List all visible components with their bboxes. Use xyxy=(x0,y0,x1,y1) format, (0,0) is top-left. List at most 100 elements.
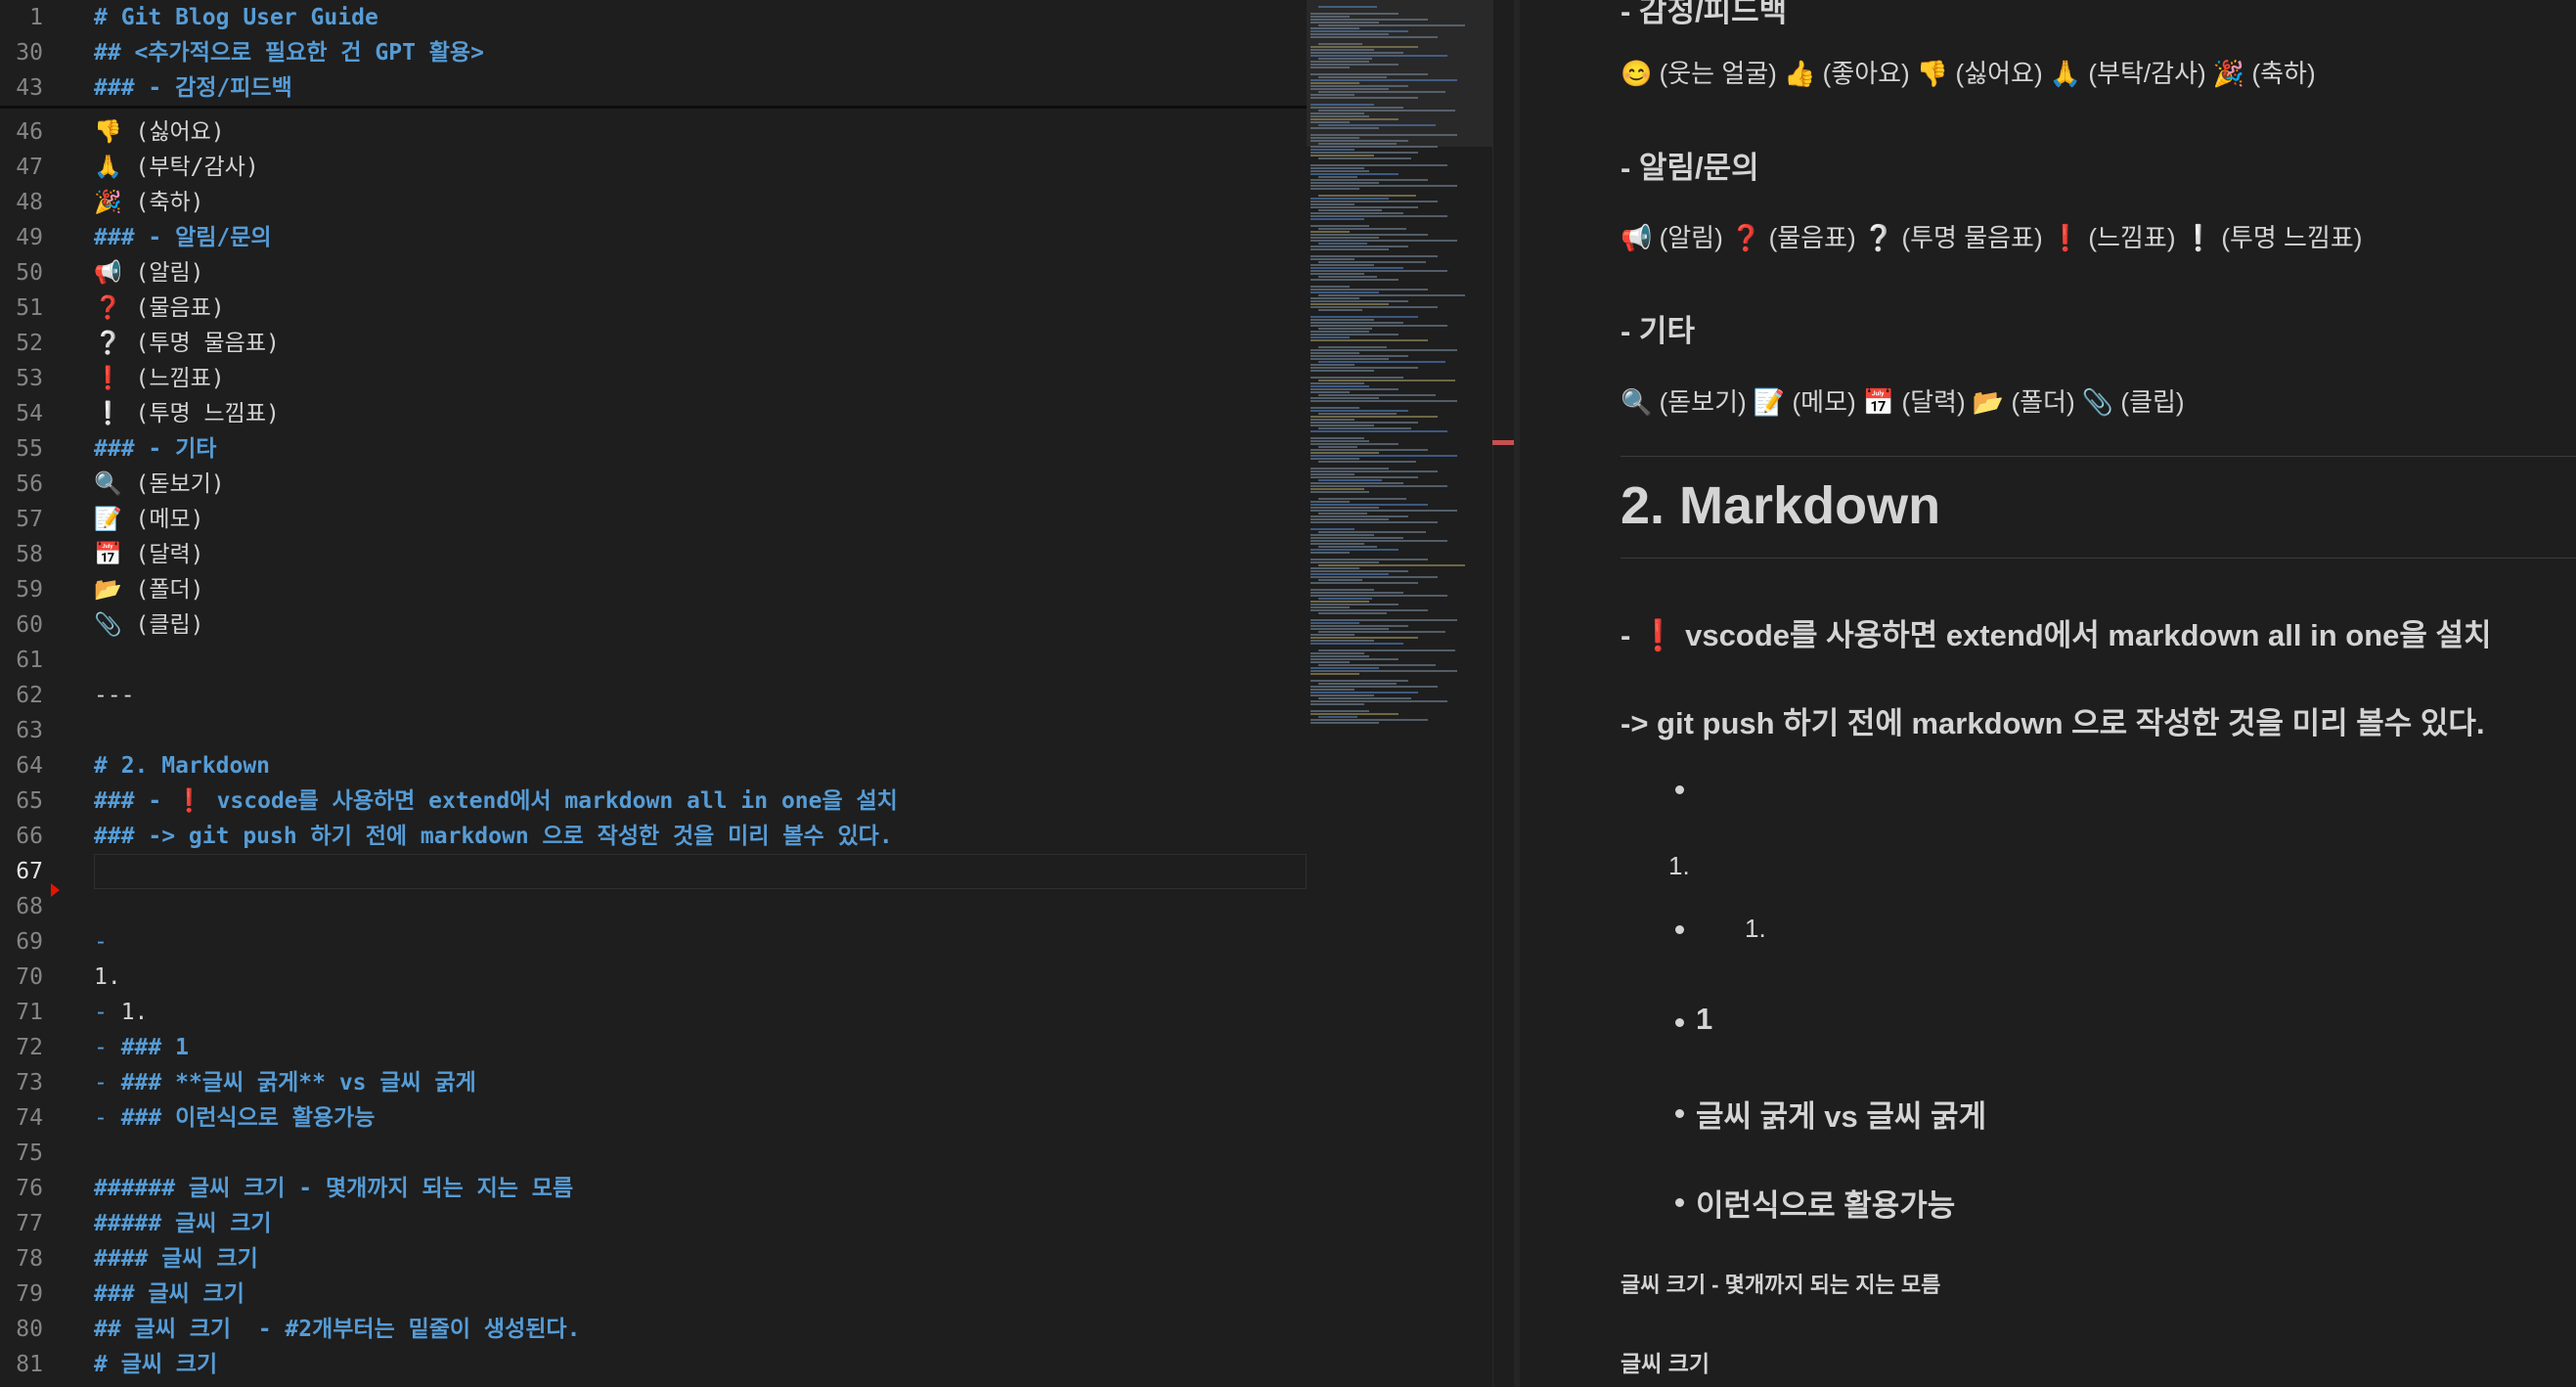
code-line[interactable]: ### - ❗ vscode를 사용하면 extend에서 markdown a… xyxy=(94,783,898,819)
line-number[interactable]: 43 xyxy=(0,70,43,106)
sticky-code-line[interactable]: ## <추가적으로 필요한 건 GPT 활용> xyxy=(94,35,484,70)
line-number[interactable]: 78 xyxy=(0,1241,43,1276)
line-number[interactable]: 49 xyxy=(0,220,43,255)
code-line[interactable]: 🙏 (부탁/감사) xyxy=(94,150,259,185)
code-line[interactable]: ❗ (느낌표) xyxy=(94,361,225,396)
line-number[interactable]: 52 xyxy=(0,326,43,361)
line-number[interactable]: 67 xyxy=(0,854,43,889)
line-number[interactable]: 77 xyxy=(0,1206,43,1241)
line-number[interactable]: 48 xyxy=(0,185,43,220)
line-number[interactable]: 57 xyxy=(0,502,43,537)
preview-h1-markdown: 2. Markdown xyxy=(1621,476,1941,535)
code-line[interactable]: ### - 알림/문의 xyxy=(94,220,272,255)
list-marker: - xyxy=(94,1035,108,1060)
list-bullet xyxy=(1675,925,1684,934)
code-line[interactable]: --- xyxy=(94,678,135,713)
sticky-code-line[interactable]: # Git Blog User Guide xyxy=(94,0,378,35)
code-line[interactable]: ###### 글씨 크기 - 몇개까지 되는 지는 모름 xyxy=(94,1171,573,1206)
code-line[interactable]: ❓ (물음표) xyxy=(94,291,225,326)
preview-emotion-line: 😊 (웃는 얼굴) 👍 (좋아요) 👎 (싫어요) 🙏 (부탁/감사) 🎉 (축… xyxy=(1621,59,2316,88)
code-line[interactable]: # 2. Markdown xyxy=(94,748,270,783)
line-number[interactable]: 60 xyxy=(0,607,43,643)
line-number[interactable]: 62 xyxy=(0,678,43,713)
minimap-line xyxy=(1310,604,1399,605)
minimap-line xyxy=(1318,309,1362,311)
line-number[interactable]: 65 xyxy=(0,783,43,819)
minimap-line xyxy=(1310,658,1399,660)
code-line[interactable]: ##### 글씨 크기 xyxy=(94,1206,272,1241)
minimap-line xyxy=(1310,155,1374,157)
minimap-line xyxy=(1310,367,1418,369)
line-number[interactable]: 73 xyxy=(0,1065,43,1100)
editor-scrollbar[interactable] xyxy=(1492,0,1515,1387)
code-line[interactable]: - xyxy=(94,924,108,960)
preview-h1-underline xyxy=(1621,558,2576,559)
code-line[interactable]: 👎 (싫어요) xyxy=(94,114,225,150)
code-line[interactable]: 📎 (클립) xyxy=(94,607,204,643)
line-number[interactable]: 81 xyxy=(0,1347,43,1382)
line-number[interactable]: 66 xyxy=(0,819,43,854)
line-number[interactable]: 56 xyxy=(0,467,43,502)
markdown-preview-pane[interactable]: - 감정/피드백 😊 (웃는 얼굴) 👍 (좋아요) 👎 (싫어요) 🙏 (부탁… xyxy=(1520,0,2576,1387)
line-number[interactable]: 70 xyxy=(0,960,43,995)
line-number[interactable]: 64 xyxy=(0,748,43,783)
line-number[interactable]: 69 xyxy=(0,924,43,960)
code-line[interactable]: # 글씨 크기 xyxy=(94,1347,217,1382)
code-line[interactable]: - ### **글씨 굵게** vs 글씨 굵게 xyxy=(94,1065,476,1100)
line-number[interactable]: 76 xyxy=(0,1171,43,1206)
line-number[interactable]: 30 xyxy=(0,35,43,70)
code-line[interactable]: ❕ (투명 느낌표) xyxy=(94,396,280,431)
line-number[interactable]: 59 xyxy=(0,572,43,607)
line-number[interactable]: 79 xyxy=(0,1276,43,1312)
sticky-code-line[interactable]: ### - 감정/피드백 xyxy=(94,70,292,106)
line-number[interactable]: 63 xyxy=(0,713,43,748)
line-number[interactable]: 51 xyxy=(0,291,43,326)
minimap-line xyxy=(1310,595,1447,597)
code-line[interactable]: ### -> git push 하기 전에 markdown 으로 작성한 것을… xyxy=(94,819,893,854)
code-line[interactable]: 📂 (폴더) xyxy=(94,572,204,607)
editor-pane[interactable]: 1 # Git Blog User Guide 30 ## <추가적으로 필요한 건 … xyxy=(0,0,1494,1387)
line-number[interactable]: 58 xyxy=(0,537,43,572)
minimap-slider[interactable] xyxy=(1307,0,1494,147)
code-line[interactable]: - ### 1 xyxy=(94,1030,189,1065)
code-line[interactable]: 📅 (달력) xyxy=(94,537,204,572)
minimap-line xyxy=(1318,346,1387,348)
code-line[interactable]: 1. xyxy=(94,960,121,995)
minimap[interactable] xyxy=(1307,0,1494,1387)
minimap-line xyxy=(1318,513,1367,515)
code-line[interactable]: 📢 (알림) xyxy=(94,255,204,291)
line-number[interactable]: 72 xyxy=(0,1030,43,1065)
line-number[interactable]: 75 xyxy=(0,1136,43,1171)
code-line[interactable]: - ### 이런식으로 활용가능 xyxy=(94,1100,375,1136)
code-line[interactable]: 🎉 (축하) xyxy=(94,185,204,220)
code-line[interactable]: ❔ (투명 물음표) xyxy=(94,326,280,361)
line-number[interactable]: 47 xyxy=(0,150,43,185)
code-line[interactable]: #### 글씨 크기 xyxy=(94,1241,258,1276)
minimap-line xyxy=(1310,559,1428,560)
line-number[interactable]: 74 xyxy=(0,1100,43,1136)
line-number[interactable]: 50 xyxy=(0,255,43,291)
line-number[interactable]: 80 xyxy=(0,1312,43,1347)
line-number[interactable]: 46 xyxy=(0,114,43,150)
minimap-line xyxy=(1310,370,1374,372)
code-line[interactable]: ### - 기타 xyxy=(94,431,216,467)
code-line[interactable]: 📝 (메모) xyxy=(94,502,204,537)
line-number[interactable]: 61 xyxy=(0,643,43,678)
line-number[interactable]: 54 xyxy=(0,396,43,431)
code-line[interactable]: ### 글씨 크기 xyxy=(94,1276,244,1312)
line-number[interactable]: 53 xyxy=(0,361,43,396)
minimap-line xyxy=(1310,270,1447,272)
minimap-line xyxy=(1318,649,1455,651)
minimap-line xyxy=(1310,686,1438,688)
line-number[interactable]: 1 xyxy=(0,0,43,35)
minimap-line xyxy=(1310,482,1403,484)
code-line[interactable]: ## 글씨 크기 - #2개부터는 밑줄이 생성된다. xyxy=(94,1312,580,1347)
code-line[interactable]: - 1. xyxy=(94,995,148,1030)
line-number[interactable]: 71 xyxy=(0,995,43,1030)
deleted-lines-marker-icon[interactable] xyxy=(51,883,60,897)
minimap-line xyxy=(1318,276,1377,278)
line-number[interactable]: 68 xyxy=(0,889,43,924)
line-number[interactable]: 55 xyxy=(0,431,43,467)
code-line[interactable]: 🔍 (돋보기) xyxy=(94,467,225,502)
minimap-line xyxy=(1310,510,1457,512)
